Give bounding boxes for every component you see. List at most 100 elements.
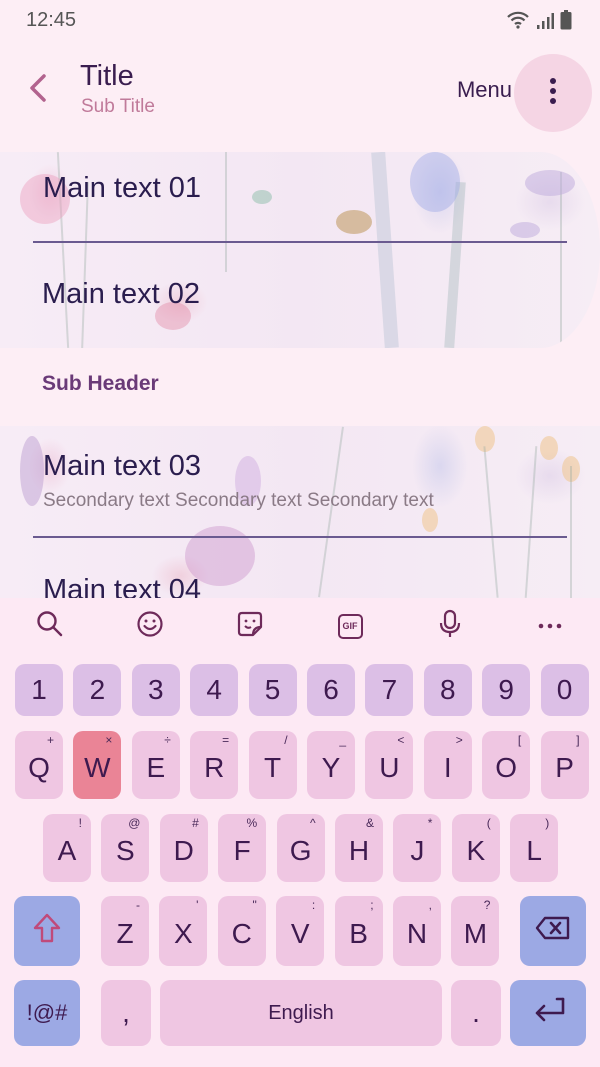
number-key[interactable]: 7 bbox=[365, 664, 414, 716]
list-item[interactable]: Main text 01 bbox=[0, 152, 600, 244]
letter-key-k[interactable]: (K bbox=[451, 814, 500, 882]
key-hint: ' bbox=[196, 898, 199, 912]
letter-key-a[interactable]: ! A bbox=[43, 814, 91, 882]
comma-key[interactable]: , bbox=[101, 980, 151, 1046]
list-item[interactable]: Main text 04 bbox=[0, 538, 600, 598]
key-hint: ^ bbox=[309, 816, 316, 830]
shift-key[interactable] bbox=[14, 896, 80, 966]
sticker-button[interactable] bbox=[232, 608, 268, 644]
number-key[interactable]: 0 bbox=[540, 664, 589, 716]
key-label: A bbox=[57, 835, 77, 866]
emoji-button[interactable] bbox=[132, 608, 168, 644]
symbols-key-label: !@# bbox=[26, 1000, 68, 1025]
menu-button[interactable]: Menu bbox=[457, 77, 512, 103]
letter-key-b[interactable]: ; B bbox=[334, 896, 383, 966]
letter-key-n[interactable]: ,N bbox=[393, 896, 441, 966]
list-item[interactable]: Main text 03 Secondary text Secondary te… bbox=[0, 426, 600, 538]
letter-key-v[interactable]: :V bbox=[276, 896, 325, 966]
more-options-button[interactable] bbox=[514, 54, 592, 132]
key-label: V bbox=[290, 918, 310, 949]
key-label: U bbox=[379, 752, 400, 783]
microphone-icon bbox=[438, 609, 462, 644]
space-key[interactable]: English bbox=[160, 980, 442, 1046]
period-key-label: . bbox=[472, 997, 480, 1028]
wifi-icon bbox=[506, 10, 530, 30]
letter-key-d[interactable]: # D bbox=[159, 814, 208, 882]
letter-key-q[interactable]: + Q bbox=[15, 731, 63, 799]
letter-key-l[interactable]: ) L bbox=[510, 814, 559, 882]
letter-key-c[interactable]: " C bbox=[217, 896, 266, 966]
key-label: L bbox=[526, 835, 542, 866]
chevron-left-icon bbox=[26, 73, 50, 108]
backspace-icon bbox=[535, 915, 571, 947]
search-button[interactable] bbox=[32, 608, 68, 644]
status-icons bbox=[506, 10, 572, 30]
keyboard-toolbar: GIF bbox=[0, 598, 600, 654]
key-label: 8 bbox=[440, 674, 456, 705]
letter-key-z[interactable]: -Z bbox=[101, 896, 149, 966]
key-label: W bbox=[84, 752, 111, 783]
period-key[interactable]: . bbox=[451, 980, 501, 1046]
number-key[interactable]: 4 bbox=[190, 664, 239, 716]
key-label: Q bbox=[28, 752, 50, 783]
letter-key-e[interactable]: ÷ E bbox=[131, 731, 180, 799]
key-hint: / bbox=[284, 733, 288, 747]
key-hint: * bbox=[427, 816, 433, 830]
number-key[interactable]: 3 bbox=[131, 664, 180, 716]
number-key[interactable]: 8 bbox=[423, 664, 472, 716]
list-item-main-text: Main text 01 bbox=[43, 172, 201, 204]
back-button[interactable] bbox=[18, 70, 58, 110]
key-label: X bbox=[174, 918, 193, 949]
letter-key-g[interactable]: ^ G bbox=[276, 814, 325, 882]
key-hint: [ bbox=[517, 733, 522, 747]
symbols-key[interactable]: !@# bbox=[14, 980, 80, 1046]
more-tools-button[interactable] bbox=[532, 608, 568, 644]
number-key[interactable]: 6 bbox=[307, 664, 355, 716]
voice-input-button[interactable] bbox=[432, 608, 468, 644]
letter-key-h[interactable]: & H bbox=[335, 814, 383, 882]
letter-key-p[interactable]: ] P bbox=[540, 731, 589, 799]
key-label: 4 bbox=[206, 674, 222, 705]
key-hint: < bbox=[397, 733, 405, 747]
number-key[interactable]: 5 bbox=[248, 664, 297, 716]
list-item[interactable]: Main text 02 bbox=[0, 244, 600, 348]
key-hint: × bbox=[105, 733, 113, 747]
key-hint: > bbox=[455, 733, 463, 747]
list-item-secondary-text: Secondary text Secondary text Secondary … bbox=[43, 490, 434, 511]
number-key[interactable]: 2 bbox=[73, 664, 122, 716]
key-label: J bbox=[410, 835, 425, 866]
letter-key-u[interactable]: < U bbox=[365, 731, 414, 799]
key-label: 2 bbox=[89, 674, 106, 705]
key-hint: " bbox=[252, 898, 257, 912]
gif-button[interactable]: GIF bbox=[332, 608, 368, 644]
letter-key-w[interactable]: × W bbox=[73, 731, 122, 799]
letter-key-s[interactable]: @ S bbox=[101, 814, 150, 882]
letter-key-j[interactable]: * J bbox=[393, 814, 442, 882]
battery-icon bbox=[560, 10, 572, 30]
letter-key-f[interactable]: % F bbox=[218, 814, 267, 882]
key-label: 0 bbox=[556, 674, 573, 705]
key-label: E bbox=[146, 752, 166, 783]
letter-key-y[interactable]: _ Y bbox=[307, 731, 355, 799]
letter-key-x[interactable]: ' X bbox=[159, 896, 208, 966]
letter-key-t[interactable]: / T bbox=[248, 731, 297, 799]
backspace-key[interactable] bbox=[520, 896, 586, 966]
more-horizontal-icon bbox=[538, 617, 562, 635]
letter-key-o[interactable]: [O bbox=[482, 731, 531, 799]
list-item-main-text: Main text 03 bbox=[43, 450, 201, 482]
status-bar: 12:45 bbox=[0, 0, 600, 42]
enter-key[interactable] bbox=[510, 980, 586, 1046]
number-key[interactable]: 9 bbox=[482, 664, 531, 716]
letter-key-r[interactable]: = R bbox=[190, 731, 239, 799]
key-label: K bbox=[466, 835, 486, 866]
letter-key-i[interactable]: > I bbox=[423, 731, 472, 799]
key-label: Y bbox=[321, 752, 341, 783]
key-hint: % bbox=[246, 816, 258, 830]
key-label: I bbox=[443, 752, 452, 783]
keyboard: GIF 1 2 3 4 5 6 7 8 9 0 + Q × W ÷ E = R / T _ Y < U > I[O] P! A @ S # D… bbox=[0, 598, 600, 1067]
key-hint: = bbox=[222, 733, 230, 747]
app-bar: Title Sub Title Menu bbox=[0, 50, 600, 136]
letter-key-m[interactable]: ? M bbox=[451, 896, 500, 966]
key-label: Z bbox=[116, 918, 134, 949]
number-key[interactable]: 1 bbox=[15, 664, 63, 716]
